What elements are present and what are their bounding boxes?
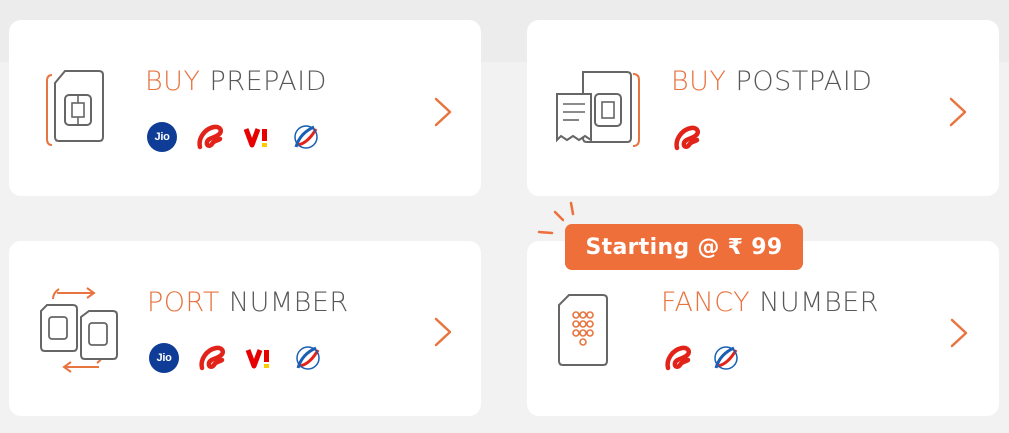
sim-keypad-icon bbox=[558, 294, 608, 366]
vi-logo-icon bbox=[244, 342, 276, 374]
operator-logos bbox=[671, 122, 719, 154]
jio-logo-text: Jio bbox=[147, 122, 177, 152]
title-accent: BUY bbox=[145, 66, 201, 97]
port-number-card[interactable]: PORT NUMBER Jio bbox=[9, 241, 481, 416]
card-title: PORT NUMBER bbox=[147, 287, 349, 318]
title-rest: PREPAID bbox=[209, 66, 327, 97]
buy-postpaid-card[interactable]: BUY POSTPAID bbox=[527, 20, 999, 196]
chevron-right-icon[interactable] bbox=[432, 96, 454, 128]
starting-price-badge: Starting @ ₹ 99 bbox=[565, 224, 803, 270]
title-accent: FANCY bbox=[661, 287, 751, 318]
card-title: BUY PREPAID bbox=[145, 66, 327, 97]
buy-prepaid-card[interactable]: BUY PREPAID Jio bbox=[9, 20, 481, 196]
bsnl-logo-icon bbox=[710, 342, 742, 374]
jio-logo-icon: Jio bbox=[146, 121, 178, 153]
sim-card-icon bbox=[46, 70, 104, 146]
title-accent: PORT bbox=[147, 287, 220, 318]
title-accent: BUY bbox=[671, 66, 727, 97]
card-title: BUY POSTPAID bbox=[671, 66, 872, 97]
chevron-right-icon[interactable] bbox=[432, 316, 454, 348]
vi-logo-icon bbox=[242, 121, 274, 153]
title-rest: POSTPAID bbox=[735, 66, 873, 97]
chevron-right-icon[interactable] bbox=[947, 96, 969, 128]
jio-logo-icon: Jio bbox=[148, 342, 180, 374]
operator-logos: Jio bbox=[148, 342, 340, 374]
title-rest: NUMBER bbox=[228, 287, 349, 318]
airtel-logo-icon bbox=[662, 342, 694, 374]
sim-with-bill-icon bbox=[556, 71, 640, 147]
operator-logos: Jio bbox=[146, 121, 338, 153]
airtel-logo-icon bbox=[671, 122, 703, 154]
bsnl-logo-icon bbox=[290, 121, 322, 153]
operator-logos bbox=[662, 342, 758, 374]
title-rest: NUMBER bbox=[759, 287, 879, 318]
card-title: FANCY NUMBER bbox=[661, 287, 879, 318]
chevron-right-icon[interactable] bbox=[948, 317, 970, 349]
bsnl-logo-icon bbox=[292, 342, 324, 374]
airtel-logo-icon bbox=[196, 342, 228, 374]
port-sim-icon bbox=[40, 287, 118, 373]
jio-logo-text: Jio bbox=[149, 343, 179, 373]
airtel-logo-icon bbox=[194, 121, 226, 153]
